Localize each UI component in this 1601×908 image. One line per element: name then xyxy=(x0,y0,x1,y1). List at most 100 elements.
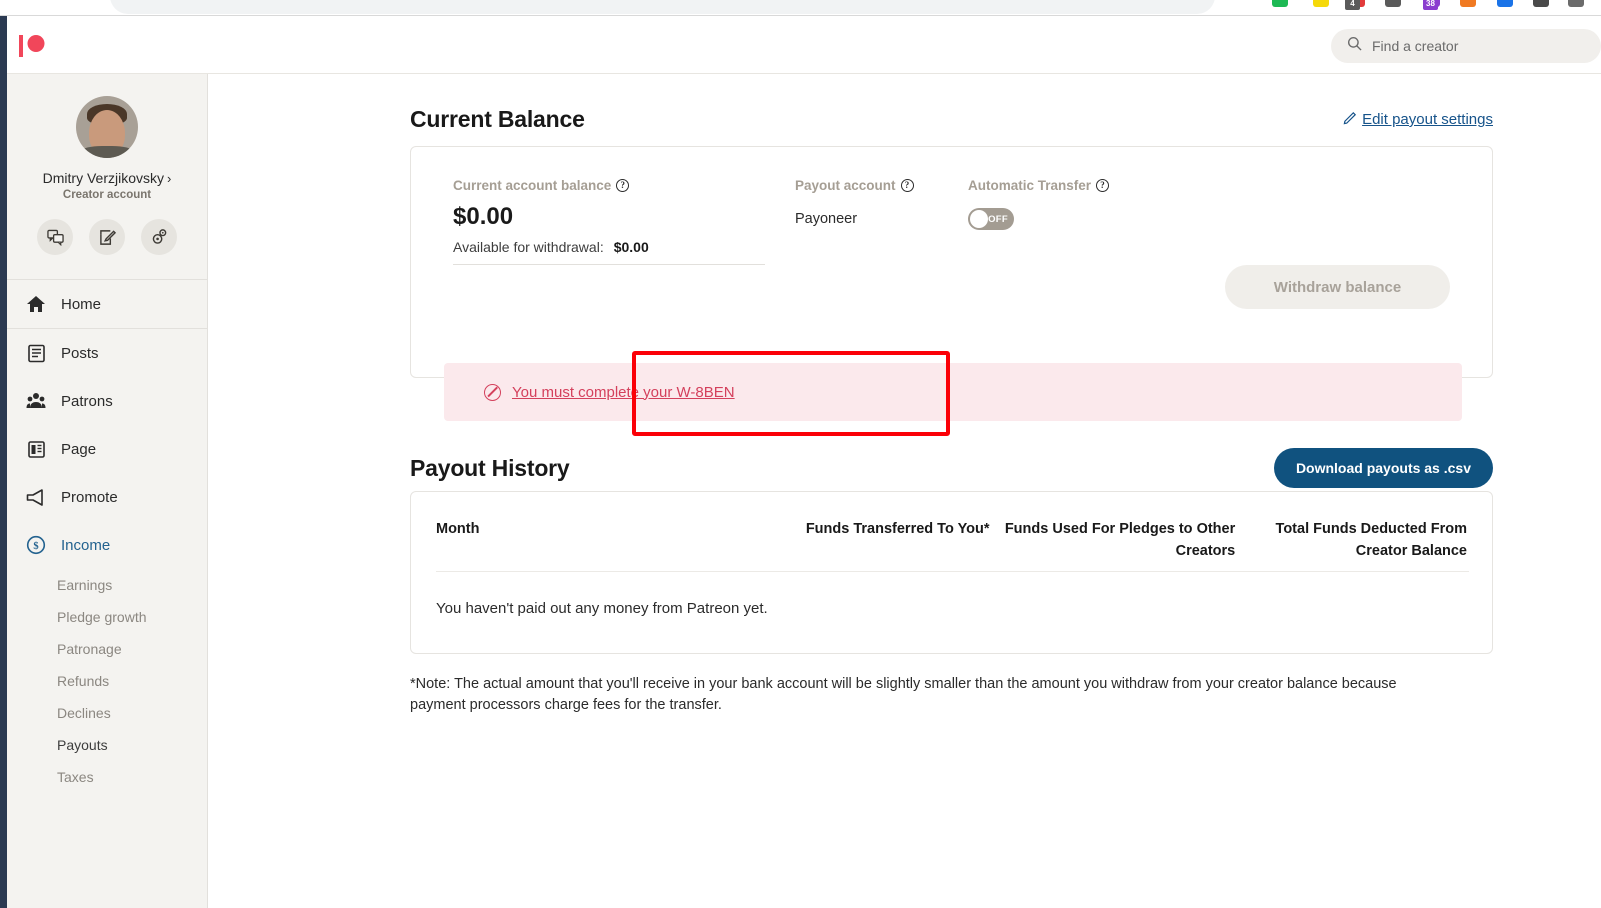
page-icon xyxy=(25,438,47,460)
edit-payout-settings-link[interactable]: Edit payout settings xyxy=(1343,110,1493,129)
balance-divider xyxy=(453,264,765,265)
automatic-transfer-column: Automatic Transfer ? OFF xyxy=(968,178,1110,230)
window-edge xyxy=(0,16,7,908)
payout-account-column: Payout account ? Payoneer xyxy=(795,178,914,227)
table-column-header: Funds Used For Pledges to Other Creators xyxy=(1004,521,1236,560)
sidebar-subitem-refunds[interactable]: Refunds xyxy=(7,665,207,697)
profile-name-row[interactable]: Dmitry Verzjikovsky › xyxy=(43,170,172,186)
posts-icon xyxy=(25,342,47,364)
account-balance-column: Current account balance ? $0.00 Availabl… xyxy=(453,178,783,255)
chevron-right-icon: › xyxy=(167,170,172,186)
sidebar-item-page[interactable]: Page xyxy=(7,425,207,473)
browser-omnibox[interactable] xyxy=(110,0,1215,14)
browser-extension-icon[interactable] xyxy=(1385,0,1401,7)
sidebar-item-income[interactable]: $ Income xyxy=(7,521,207,569)
w8ben-warning-banner: You must complete your W-8BEN xyxy=(444,363,1462,421)
current-balance-card: Current account balance ? $0.00 Availabl… xyxy=(410,146,1493,421)
pencil-icon xyxy=(1343,110,1358,129)
account-balance-label-row: Current account balance ? xyxy=(453,178,783,193)
automatic-transfer-toggle[interactable]: OFF xyxy=(968,208,1014,230)
payout-account-label-row: Payout account ? xyxy=(795,178,914,193)
payout-footnote: *Note: The actual amount that you'll rec… xyxy=(410,676,1397,714)
account-balance-value: $0.00 xyxy=(453,203,514,230)
main-content: Current Balance Edit payout settings Cur… xyxy=(208,74,1601,908)
page-title: Current Balance xyxy=(410,106,585,132)
sidebar-subitem-earnings[interactable]: Earnings xyxy=(7,569,207,601)
table-column-header: Funds Transferred To You* xyxy=(805,521,990,537)
home-icon xyxy=(25,293,47,315)
help-icon[interactable]: ? xyxy=(616,179,630,192)
browser-extension-badge[interactable]: 4 xyxy=(1345,0,1360,10)
payout-history-empty-message: You haven't paid out any money from Patr… xyxy=(436,600,768,617)
sidebar-subitem-payouts[interactable]: Payouts xyxy=(7,729,207,761)
withdraw-balance-button[interactable]: Withdraw balance xyxy=(1225,265,1450,309)
sidebar-item-promote[interactable]: Promote xyxy=(7,473,207,521)
browser-extension-icon[interactable] xyxy=(1568,0,1584,7)
payout-history-card: Month Funds Transferred To You* Funds Used… xyxy=(410,491,1493,654)
help-icon[interactable]: ? xyxy=(1096,179,1110,192)
nav-home-section: Home xyxy=(7,279,207,329)
browser-extension-icon[interactable] xyxy=(1313,0,1329,7)
help-icon[interactable]: ? xyxy=(900,179,914,192)
browser-extension-icon[interactable] xyxy=(1497,0,1513,7)
available-withdrawal-row: Available for withdrawal: $0.00 xyxy=(453,239,783,255)
payout-history-table: Month Funds Transferred To You* Funds Used… xyxy=(411,492,1492,583)
sidebar-item-label: Patrons xyxy=(61,392,113,410)
toggle-state-label: OFF xyxy=(988,213,1008,225)
table-header-row: Month Funds Transferred To You* Funds Used… xyxy=(411,492,1492,583)
account-balance-label: Current account balance xyxy=(453,178,612,193)
table-column-header: Total Funds Deducted From Creator Balanc… xyxy=(1275,521,1467,560)
messages-icon[interactable] xyxy=(37,219,73,255)
profile-actions xyxy=(37,219,177,255)
payout-account-value: Payoneer xyxy=(795,211,858,227)
payout-account-label: Payout account xyxy=(795,178,896,193)
sidebar-item-label: Page xyxy=(61,440,97,458)
search-box[interactable] xyxy=(1331,29,1601,63)
profile-block[interactable]: Dmitry Verzjikovsky › Creator account xyxy=(7,74,207,255)
account-type-label: Creator account xyxy=(62,189,152,201)
table-column-header: Month xyxy=(436,521,480,537)
balance-header: Current Balance Edit payout settings xyxy=(410,106,1493,133)
promote-icon xyxy=(25,486,47,508)
sidebar-item-label: Promote xyxy=(61,488,118,506)
automatic-transfer-label: Automatic Transfer xyxy=(968,178,1092,193)
sidebar-item-posts[interactable]: Posts xyxy=(7,329,207,377)
edit-payout-settings-label: Edit payout settings xyxy=(1362,111,1493,128)
sidebar-subitem-pledge-growth[interactable]: Pledge growth xyxy=(7,601,207,633)
available-withdrawal-label: Available for withdrawal: xyxy=(453,239,604,255)
income-icon: $ xyxy=(25,534,47,556)
compose-icon[interactable] xyxy=(89,219,125,255)
browser-extension-badge[interactable]: 38 xyxy=(1423,0,1438,10)
download-payouts-csv-button[interactable]: Download payouts as .csv xyxy=(1273,448,1493,488)
browser-extension-icon[interactable] xyxy=(1533,0,1549,7)
browser-chrome: 4 38 xyxy=(0,0,1601,16)
user-avatar[interactable] xyxy=(76,96,138,158)
available-withdrawal-value: $0.00 xyxy=(613,239,649,255)
sidebar-item-label: Posts xyxy=(61,344,99,362)
sidebar: Dmitry Verzjikovsky › Creator account Ho… xyxy=(7,74,208,908)
automatic-transfer-label-row: Automatic Transfer ? xyxy=(968,178,1110,193)
prohibited-icon xyxy=(484,383,501,401)
search-input[interactable] xyxy=(1372,38,1572,54)
profile-name-label: Dmitry Verzjikovsky xyxy=(42,170,164,186)
patrons-icon xyxy=(25,390,47,412)
browser-extension-icon[interactable] xyxy=(1460,0,1476,7)
toggle-knob xyxy=(970,210,988,228)
patreon-logo[interactable] xyxy=(19,34,55,58)
settings-gear-icon[interactable] xyxy=(141,219,177,255)
sidebar-item-label: Home xyxy=(61,295,102,313)
payout-history-title: Payout History xyxy=(410,454,570,481)
w8ben-warning-link[interactable]: You must complete your W-8BEN xyxy=(512,384,735,401)
top-header xyxy=(7,16,1601,74)
sidebar-subitem-declines[interactable]: Declines xyxy=(7,697,207,729)
nav-sub-section: Earnings Pledge growth Patronage Refunds Dec… xyxy=(7,569,207,793)
sidebar-subitem-taxes[interactable]: Taxes xyxy=(7,761,207,793)
browser-extension-icon[interactable] xyxy=(1272,0,1288,7)
svg-text:$: $ xyxy=(33,541,38,552)
search-icon xyxy=(1347,36,1362,56)
sidebar-item-patrons[interactable]: Patrons xyxy=(7,377,207,425)
table-divider xyxy=(436,571,1469,572)
payout-history-header: Payout History Download payouts as .csv xyxy=(410,448,1493,488)
sidebar-subitem-patronage[interactable]: Patronage xyxy=(7,633,207,665)
sidebar-item-home[interactable]: Home xyxy=(7,280,207,328)
